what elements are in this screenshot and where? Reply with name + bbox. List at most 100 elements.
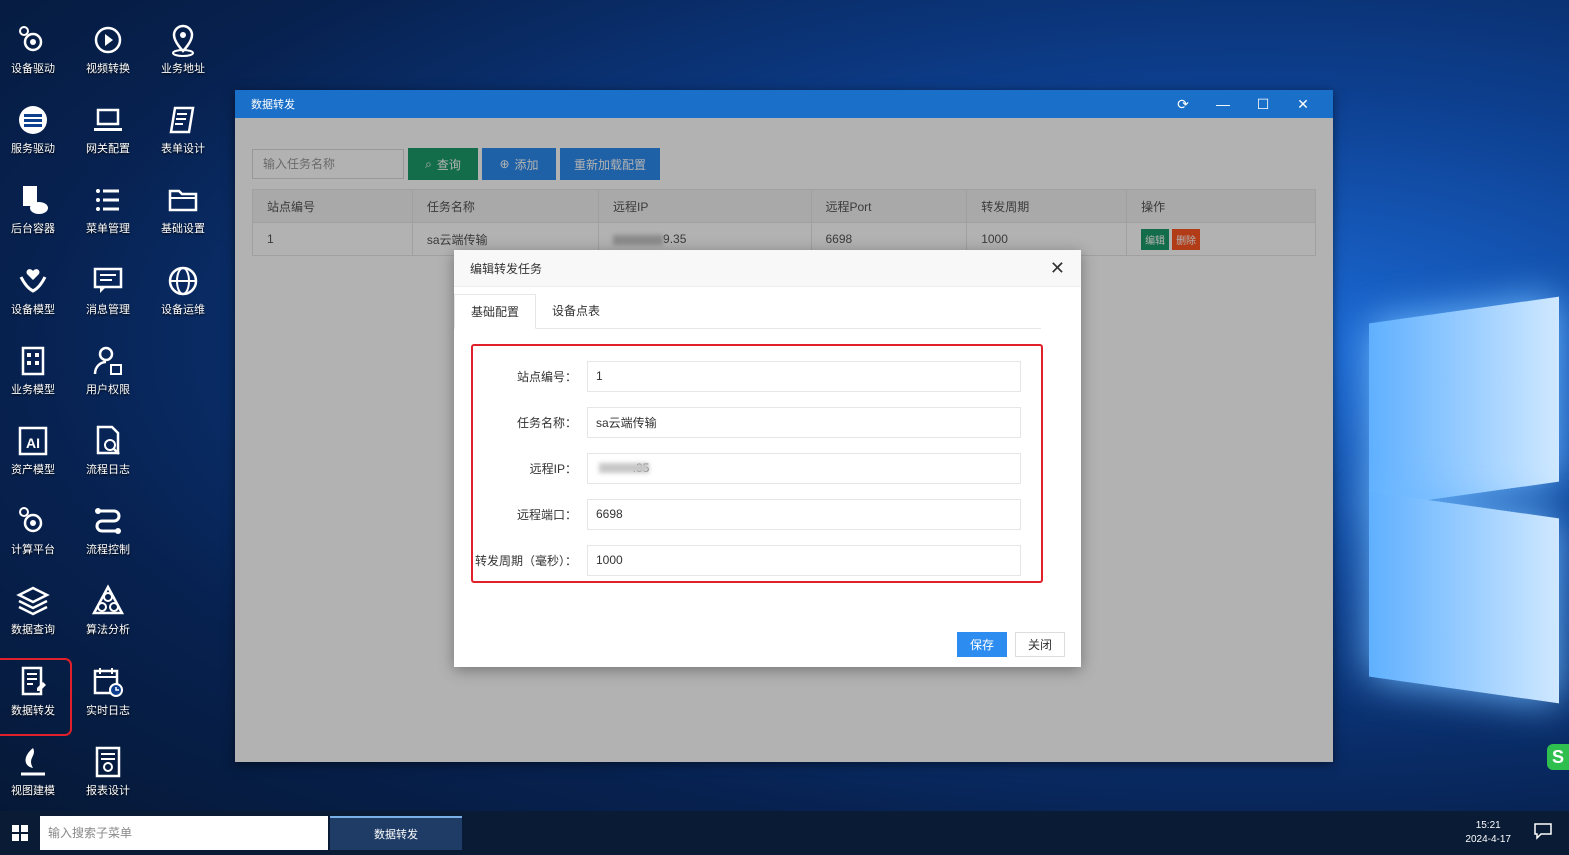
desktop-icon-label: 算法分析	[86, 624, 130, 637]
desktop-icon-18[interactable]: 数据查询	[0, 581, 68, 651]
desktop-icon-label: 消息管理	[86, 303, 130, 316]
desktop-icon-label: 设备驱动	[11, 63, 55, 75]
desktop-icon-6[interactable]: 后台容器	[0, 180, 68, 250]
desktop-icon-label: 数据转发	[11, 704, 55, 717]
desktop-icon-label: 基础设置	[161, 223, 205, 236]
location-pin-icon	[172, 24, 194, 57]
desktop-icon-19[interactable]: 算法分析	[73, 581, 143, 651]
notification-icon[interactable]	[1533, 822, 1553, 845]
start-button[interactable]	[0, 815, 40, 851]
laptop-icon	[94, 108, 122, 132]
windows-wallpaper-logo	[1329, 250, 1569, 704]
station-field[interactable]	[587, 360, 1021, 392]
remote-port-label: 远程端口：	[516, 507, 577, 522]
desktop-icon-10[interactable]: 消息管理	[73, 261, 143, 331]
dialog-header: 编辑转发任务 ✕	[454, 250, 1081, 287]
side-app-badge-icon[interactable]: S	[1547, 744, 1569, 770]
desktop-icon-20[interactable]: 数据转发	[0, 657, 72, 736]
edit-task-dialog: 编辑转发任务 ✕ 基础配置 设备点表 站点编号： 任务名称： 远程IP： 远程端…	[454, 250, 1081, 667]
desktop-icon-label: 业务地址	[161, 63, 205, 75]
play-icon	[94, 26, 122, 54]
remote-port-field[interactable]	[587, 498, 1021, 530]
flow-icon	[95, 508, 121, 535]
task-name-field[interactable]	[587, 406, 1021, 438]
close-window-button[interactable]: ✕	[1283, 96, 1323, 113]
close-button[interactable]: 关闭	[1015, 632, 1065, 657]
desktop-icon-5[interactable]: 表单设计	[148, 100, 218, 170]
station-label: 站点编号：	[516, 369, 577, 384]
desktop-icon-label: 视图建模	[11, 784, 55, 797]
doc-search-icon	[96, 425, 120, 455]
remote-ip-wrapper	[587, 452, 1021, 484]
remote-ip-field[interactable]	[587, 452, 1021, 484]
gears-icon	[19, 507, 43, 533]
layers-icon	[16, 586, 50, 616]
svg-text:AI: AI	[26, 435, 40, 451]
dialog-footer: 保存 关闭	[957, 632, 1065, 657]
desktop-icon-label: 设备模型	[11, 303, 55, 316]
windows-icon	[12, 825, 28, 841]
save-button[interactable]: 保存	[957, 632, 1007, 657]
desktop-icon-7[interactable]: 菜单管理	[73, 180, 143, 250]
taskbar-item-data-forward[interactable]: 数据转发	[330, 816, 462, 850]
maximize-button[interactable]: ☐	[1243, 96, 1283, 113]
desktop-icon-15[interactable]: 流程日志	[73, 421, 143, 491]
taskbar: 数据转发 15:21 2024-4-17	[0, 811, 1569, 855]
clock[interactable]: 15:21 2024-4-17	[1465, 819, 1511, 847]
user-lock-icon	[93, 346, 122, 375]
desktop-icon-23[interactable]: 报表设计	[73, 742, 143, 812]
tab-basic-config[interactable]: 基础配置	[454, 294, 537, 329]
desktop-icon-label: 计算平台	[11, 544, 55, 557]
clock-time: 15:21	[1475, 820, 1501, 831]
cloud-doc-icon	[23, 186, 48, 215]
desktop-icon-label: 流程日志	[86, 464, 130, 476]
desktop-icon-22[interactable]: 视图建模	[0, 742, 68, 812]
flame-icon	[21, 747, 45, 776]
desktop-icon-label: 资产模型	[11, 464, 55, 476]
gears-icon	[19, 26, 43, 52]
desktop-icon-label: 报表设计	[86, 784, 130, 797]
desktop-icon-13[interactable]: 用户权限	[73, 341, 143, 411]
desktop-icon-9[interactable]: 设备模型	[0, 261, 68, 331]
config-form: 站点编号： 任务名称： 远程IP： 远程端口： 转发周期（毫秒）：	[471, 344, 1043, 583]
desktop-icon-3[interactable]: 服务驱动	[0, 100, 68, 170]
window-titlebar: 数据转发 ⟳ — ☐ ✕	[235, 90, 1333, 118]
desktop-icon-16[interactable]: 计算平台	[0, 501, 68, 571]
dialog-title: 编辑转发任务	[470, 261, 543, 276]
redacted-ip-mask	[599, 462, 649, 473]
submenu-search-input[interactable]	[40, 816, 328, 850]
desktop-icon-label: 服务驱动	[11, 143, 55, 156]
desktop-icon-4[interactable]: 网关配置	[73, 100, 143, 170]
algorithm-icon	[91, 584, 125, 615]
doc-edit-icon	[21, 666, 46, 695]
desktop-icon-label: 用户权限	[86, 383, 130, 396]
period-field[interactable]	[587, 544, 1021, 576]
desktop-icon-11[interactable]: 设备运维	[148, 261, 218, 331]
desktop-icon-0[interactable]: 设备驱动	[0, 20, 68, 90]
message-icon	[93, 267, 123, 293]
folder-icon	[168, 190, 198, 212]
desktop-icon-14[interactable]: AI 资产模型	[0, 421, 68, 491]
close-icon[interactable]: ✕	[1050, 258, 1065, 279]
minimize-button[interactable]: —	[1203, 96, 1243, 112]
clock-date: 2024-4-17	[1465, 834, 1511, 845]
form-row-name: 任务名称：	[473, 400, 1041, 444]
period-label: 转发周期（毫秒）：	[474, 553, 577, 568]
server-icon	[19, 106, 47, 135]
desktop-icon-label: 流程控制	[86, 544, 130, 557]
refresh-icon[interactable]: ⟳	[1163, 96, 1203, 113]
desktop-icon-8[interactable]: 基础设置	[148, 180, 218, 250]
desktop-icon-label: 业务模型	[11, 383, 55, 396]
desktop-icon-17[interactable]: 流程控制	[73, 501, 143, 571]
remote-ip-label: 远程IP：	[529, 461, 577, 476]
calendar-clock-icon	[93, 667, 123, 697]
desktop-icon-1[interactable]: 视频转换	[73, 20, 143, 90]
form-edit-icon	[169, 106, 195, 134]
desktop-icon-12[interactable]: 业务模型	[0, 341, 68, 411]
desktop-icon-2[interactable]: 业务地址	[148, 20, 218, 90]
tab-device-points[interactable]: 设备点表	[536, 294, 616, 328]
report-icon	[95, 746, 121, 778]
desktop-icon-label: 视频转换	[86, 63, 130, 75]
desktop-icon-label: 实时日志	[86, 704, 130, 717]
desktop-icon-21[interactable]: 实时日志	[73, 662, 143, 732]
